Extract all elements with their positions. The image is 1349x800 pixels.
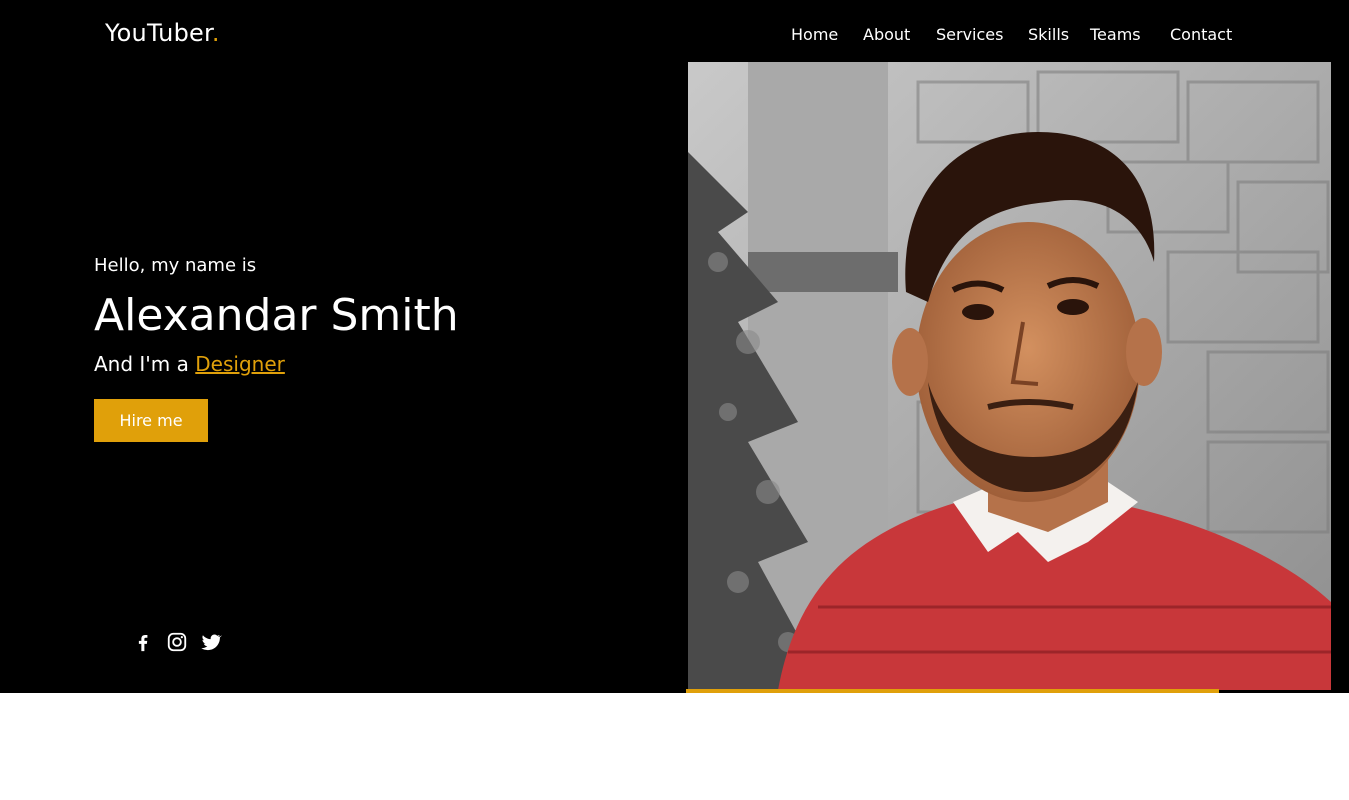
nav-item-home[interactable]: Home	[791, 24, 838, 46]
twitter-icon[interactable]	[200, 631, 222, 653]
hero-section: YouTuber. Home About Services Skills Tea…	[0, 0, 1349, 693]
facebook-icon[interactable]	[132, 631, 154, 653]
instagram-icon[interactable]	[166, 631, 188, 653]
nav-item-about[interactable]: About	[863, 24, 910, 46]
nav-item-services[interactable]: Services	[936, 24, 1003, 46]
profile-photo-illustration	[688, 62, 1331, 690]
hero-name: Alexandar Smith	[94, 290, 459, 341]
role-prefix: And I'm a	[94, 352, 196, 376]
role-line: And I'm a Designer	[94, 352, 285, 376]
hire-me-button[interactable]: Hire me	[94, 399, 208, 442]
role-word: Designer	[195, 352, 285, 376]
photo-accent-bar	[686, 689, 1219, 693]
nav-item-teams[interactable]: Teams	[1090, 24, 1141, 46]
profile-photo	[688, 62, 1331, 690]
nav-item-contact[interactable]: Contact	[1170, 24, 1232, 46]
nav-item-skills[interactable]: Skills	[1028, 24, 1069, 46]
greeting-text: Hello, my name is	[94, 255, 257, 276]
main-nav: Home About Services Skills Teams Contact	[0, 24, 1349, 48]
social-links	[132, 631, 222, 653]
